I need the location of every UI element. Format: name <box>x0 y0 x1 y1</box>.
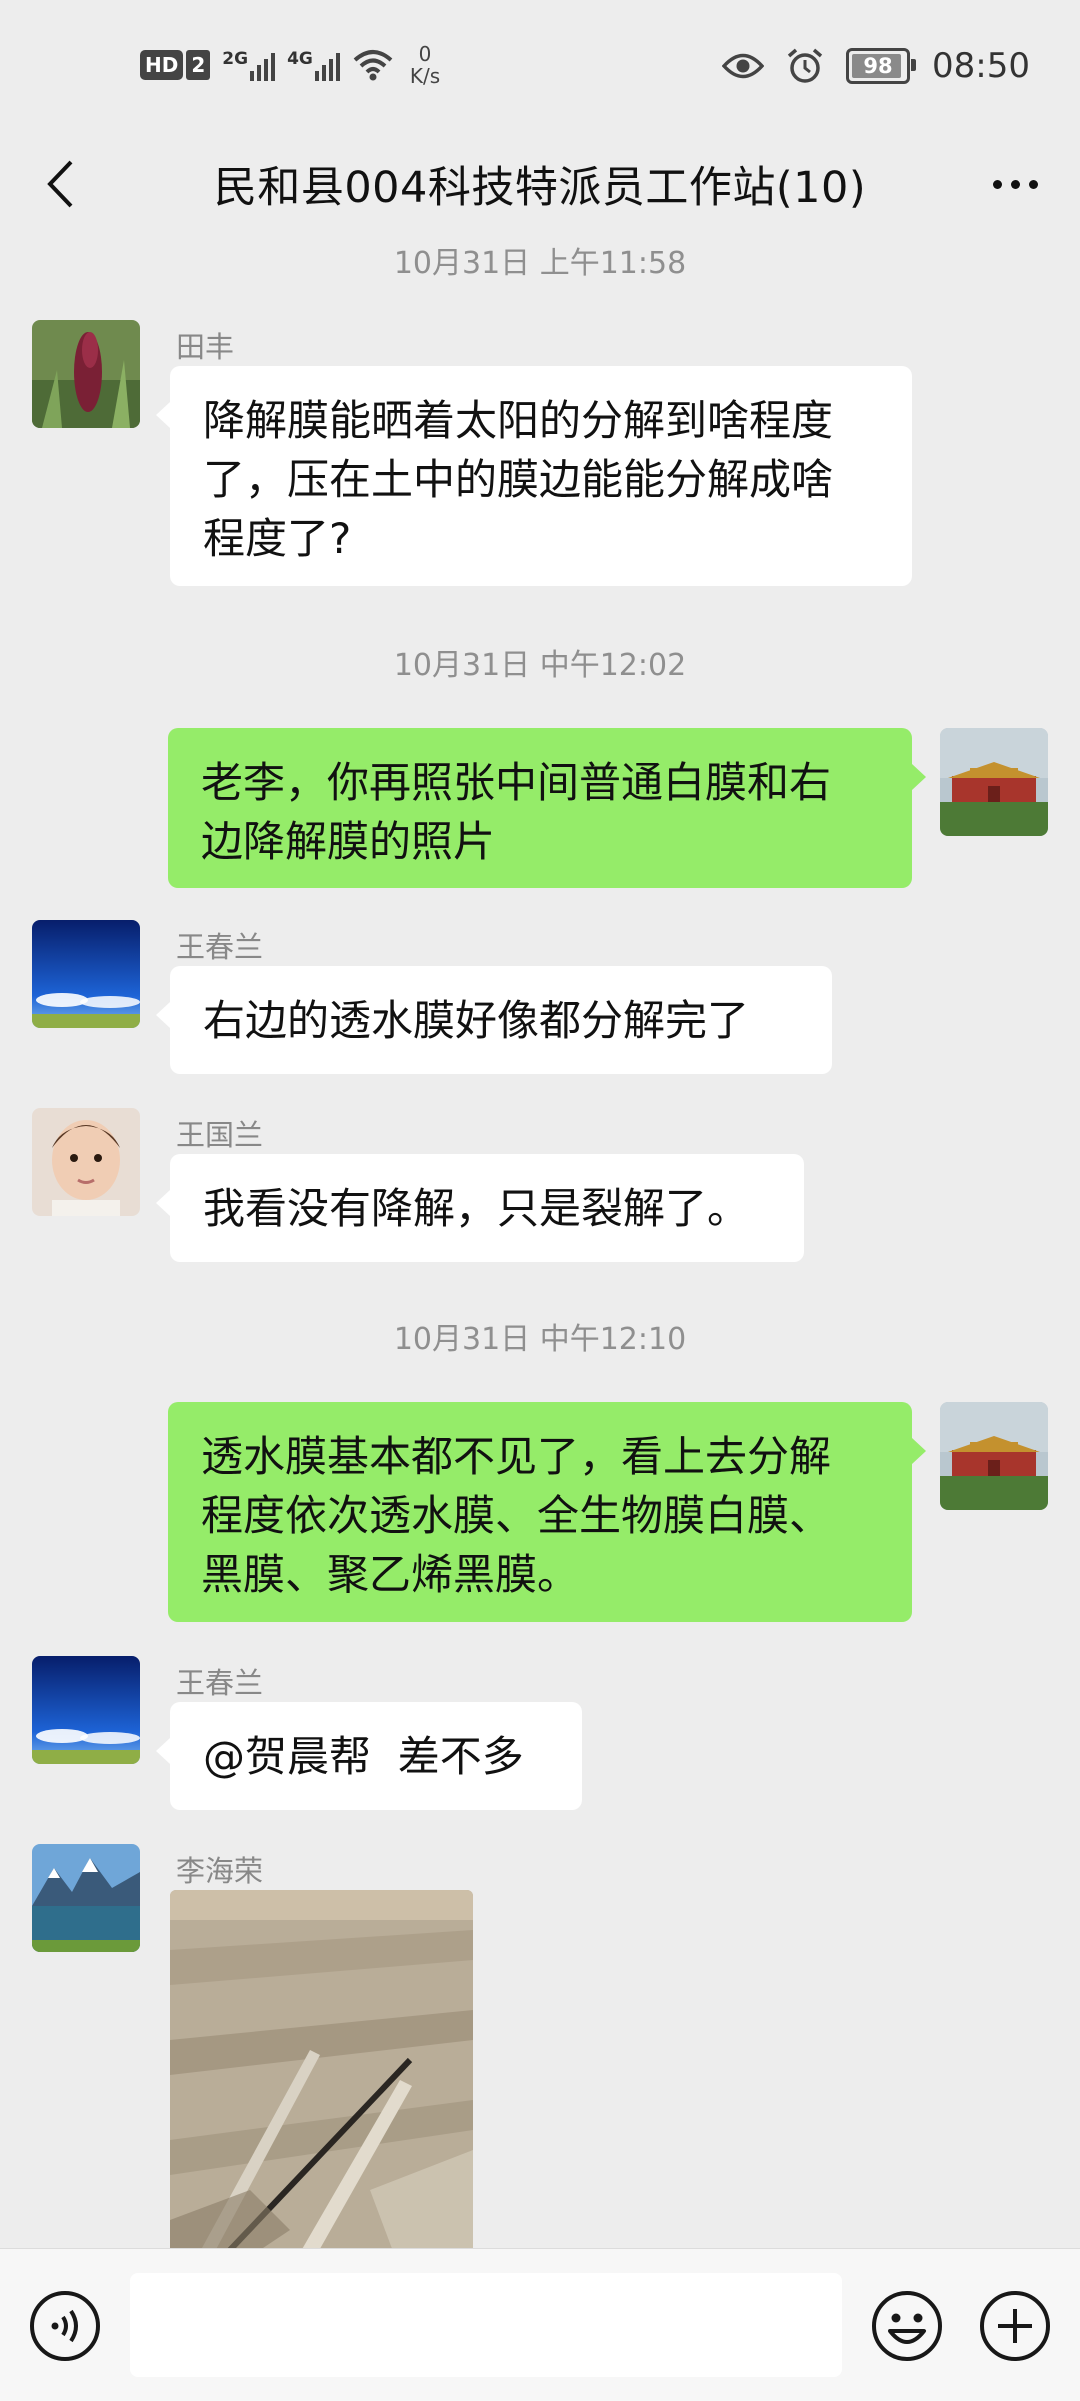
avatar-wangchunlan[interactable] <box>32 920 140 1028</box>
avatar-self[interactable] <box>940 1402 1048 1510</box>
network-type-1: 2G <box>222 49 249 69</box>
image-message[interactable] <box>170 1890 473 2248</box>
timestamp: 10月31日 上午11:58 <box>393 246 687 281</box>
message-bubble[interactable]: 右边的透水膜好像都分解完了 <box>156 966 832 1074</box>
message-bubble-outgoing[interactable]: 老李，你再照张中间普通白膜和右 边降解膜的照片 <box>168 728 926 888</box>
battery-icon: 98 <box>846 48 917 84</box>
timestamp: 10月31日 中午12:10 <box>393 1322 687 1357</box>
back-arrow-icon <box>47 160 73 208</box>
message-bubble[interactable]: 我看没有降解，只是裂解了。 <box>156 1154 804 1262</box>
avatar-lihairong[interactable] <box>32 1844 140 1952</box>
sender-name: 王国兰 <box>176 1118 264 1152</box>
speed-value: 0 <box>418 42 432 66</box>
clock: 08:50 <box>932 46 1030 86</box>
network-type-2: 4G <box>287 49 313 69</box>
sender-name: 王春兰 <box>176 1666 264 1700</box>
avatar-plant-image <box>32 320 140 428</box>
wifi-icon <box>353 50 393 81</box>
status-left: HD 2 2G 4G 0 K/s <box>140 40 440 90</box>
plus-icon <box>980 2291 1050 2361</box>
battery-level: 98 <box>863 54 893 78</box>
avatar-wangchunlan[interactable] <box>32 1656 140 1764</box>
message-input[interactable] <box>130 2273 842 2377</box>
sender-name: 田丰 <box>176 330 235 364</box>
more-functions-button[interactable] <box>978 2289 1052 2363</box>
chat-title: 民和县004科技特派员工作站(10) <box>213 163 867 213</box>
emoji-icon <box>872 2291 942 2361</box>
avatar-wangguolan[interactable] <box>32 1108 140 1216</box>
message-bubble-outgoing[interactable]: 透水膜基本都不见了，看上去分解 程度依次透水膜、全生物膜白膜、 黑膜、聚乙烯黑膜… <box>168 1402 926 1622</box>
alarm-icon <box>787 48 823 83</box>
avatar-tianfeng[interactable] <box>32 320 140 428</box>
message-bubble[interactable]: @贺晨帮 差不多 <box>156 1702 582 1810</box>
voice-input-button[interactable] <box>28 2289 102 2363</box>
avatar-child-image <box>32 1108 140 1216</box>
sender-name: 李海荣 <box>176 1854 264 1888</box>
avatar-sky-image <box>32 1656 140 1764</box>
network-speed: 0 K/s <box>410 43 440 87</box>
avatar-sky-image <box>32 920 140 1028</box>
timestamp: 10月31日 中午12:02 <box>393 648 687 683</box>
back-button[interactable] <box>30 152 90 216</box>
more-dot-icon <box>1028 179 1038 189</box>
chat-header: 民和县004科技特派员工作站(10) <box>0 130 1080 238</box>
emoji-button[interactable] <box>870 2289 944 2363</box>
voice-icon <box>30 2291 100 2361</box>
avatar-mountain-lake-image <box>32 1844 140 1952</box>
speed-unit: K/s <box>409 64 441 88</box>
hd-voice-icon: HD 2 <box>140 50 211 80</box>
sender-name: 王春兰 <box>176 930 264 964</box>
sim-label: 2 <box>186 50 211 80</box>
avatar-self[interactable] <box>940 728 1048 836</box>
hd-label: HD <box>140 50 184 80</box>
chat-area[interactable]: 10月31日 上午11:58 田丰 降解膜能晒着太阳的分解到啥程度 了，压在土中… <box>0 238 1080 2248</box>
avatar-tiananmen-image <box>940 1402 1048 1510</box>
avatar-tiananmen-image <box>940 728 1048 836</box>
more-options-button[interactable] <box>980 152 1050 216</box>
signal-icon-sim2: 4G <box>287 49 340 81</box>
status-bar: HD 2 2G 4G 0 K/s 98 08:50 <box>0 0 1080 130</box>
more-dot-icon <box>1010 179 1020 189</box>
more-dot-icon <box>992 179 1002 189</box>
field-photo-image <box>170 1890 473 2248</box>
input-bar <box>0 2248 1080 2401</box>
eye-icon <box>722 53 765 79</box>
signal-icon-sim1: 2G <box>222 49 276 81</box>
message-bubble[interactable]: 降解膜能晒着太阳的分解到啥程度 了，压在土中的膜边能能分解成啥 程度了? <box>156 366 912 586</box>
status-right: 98 08:50 <box>722 38 1030 94</box>
